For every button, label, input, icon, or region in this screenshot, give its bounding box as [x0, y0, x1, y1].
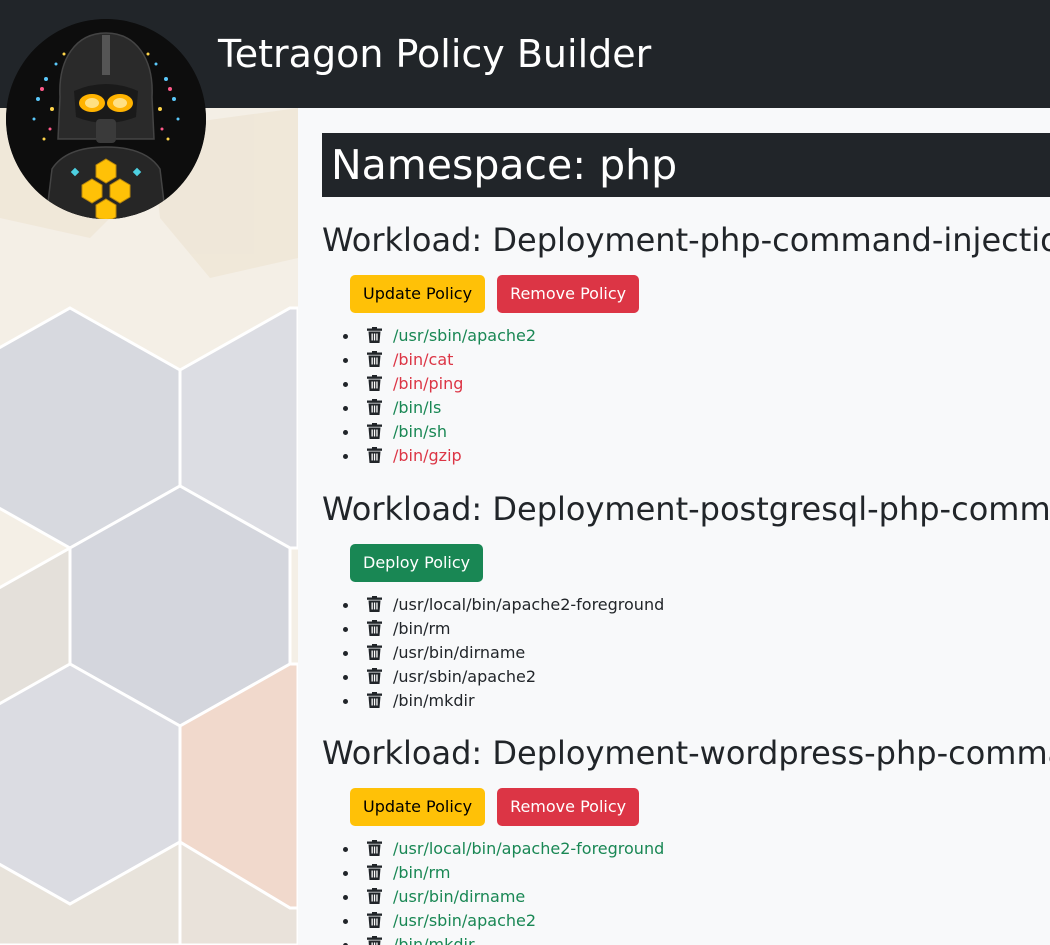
trash-icon[interactable] [367, 399, 382, 415]
list-item: /usr/sbin/apache2 [359, 665, 1050, 689]
namespace-title: Namespace: php [322, 133, 1050, 197]
binary-path[interactable]: /usr/sbin/apache2 [393, 667, 536, 686]
deploy-policy-button[interactable]: Deploy Policy [350, 544, 484, 582]
workload-title: Workload: Deployment-postgresql-php-comm… [322, 490, 1050, 528]
list-item: /usr/sbin/apache2 [359, 324, 1050, 348]
update-policy-button[interactable]: Update Policy [350, 788, 486, 826]
trash-icon[interactable] [367, 644, 382, 660]
trash-icon[interactable] [367, 912, 382, 928]
binary-list: /usr/sbin/apache2 /bin/cat /bin/ping /bi… [322, 324, 1050, 468]
logo[interactable] [6, 19, 206, 219]
button-row: Update Policy Remove Policy [350, 788, 1050, 826]
trash-icon[interactable] [367, 423, 382, 439]
button-row: Update Policy Remove Policy [350, 275, 1050, 313]
list-item: /bin/mkdir [359, 933, 1050, 945]
trash-icon[interactable] [367, 375, 382, 391]
trash-icon[interactable] [367, 327, 382, 343]
workload-title: Workload: Deployment-php-command-injecti… [322, 221, 1050, 259]
binary-path[interactable]: /usr/bin/dirname [393, 887, 525, 906]
trash-icon[interactable] [367, 864, 382, 880]
list-item: /bin/ls [359, 396, 1050, 420]
binary-path[interactable]: /bin/gzip [393, 446, 462, 465]
binary-path[interactable]: /bin/rm [393, 863, 450, 882]
sidebar-background [0, 108, 298, 945]
trash-icon[interactable] [367, 840, 382, 856]
remove-policy-button[interactable]: Remove Policy [497, 275, 640, 313]
binary-path[interactable]: /usr/local/bin/apache2-foreground [393, 839, 664, 858]
hooded-figure-logo [6, 19, 206, 219]
binary-path[interactable]: /bin/sh [393, 422, 447, 441]
workload-section: Workload: Deployment-wordpress-php-comma… [322, 733, 1050, 945]
trash-icon[interactable] [367, 447, 382, 463]
list-item: /usr/local/bin/apache2-foreground [359, 593, 1050, 617]
binary-path[interactable]: /usr/local/bin/apache2-foreground [393, 595, 664, 614]
list-item: /bin/sh [359, 420, 1050, 444]
binary-path[interactable]: /bin/mkdir [393, 935, 475, 945]
trash-icon[interactable] [367, 692, 382, 708]
remove-policy-button[interactable]: Remove Policy [497, 788, 640, 826]
binary-list: /usr/local/bin/apache2-foreground /bin/r… [322, 593, 1050, 713]
main-content: Namespace: php Workload: Deployment-php-… [298, 108, 1050, 945]
trash-icon[interactable] [367, 351, 382, 367]
binary-path[interactable]: /usr/bin/dirname [393, 643, 525, 662]
binary-path[interactable]: /bin/rm [393, 619, 450, 638]
workload-section: Workload: Deployment-postgresql-php-comm… [322, 489, 1050, 713]
list-item: /bin/mkdir [359, 689, 1050, 713]
list-item: /bin/cat [359, 348, 1050, 372]
binary-path[interactable]: /bin/cat [393, 350, 453, 369]
binary-path[interactable]: /bin/ls [393, 398, 441, 417]
button-row: Deploy Policy [350, 544, 1050, 582]
list-item: /bin/rm [359, 617, 1050, 641]
binary-path[interactable]: /bin/ping [393, 374, 463, 393]
workload-section: Workload: Deployment-php-command-injecti… [322, 220, 1050, 468]
workload-title: Workload: Deployment-wordpress-php-comma… [322, 734, 1050, 772]
list-item: /bin/ping [359, 372, 1050, 396]
list-item: /bin/rm [359, 861, 1050, 885]
binary-path[interactable]: /usr/sbin/apache2 [393, 326, 536, 345]
binary-list: /usr/local/bin/apache2-foreground /bin/r… [322, 837, 1050, 945]
trash-icon[interactable] [367, 888, 382, 904]
trash-icon[interactable] [367, 596, 382, 612]
list-item: /usr/bin/dirname [359, 885, 1050, 909]
binary-path[interactable]: /usr/sbin/apache2 [393, 911, 536, 930]
hexagon-pattern [0, 108, 298, 945]
binary-path[interactable]: /bin/mkdir [393, 691, 475, 710]
list-item: /usr/sbin/apache2 [359, 909, 1050, 933]
list-item: /usr/bin/dirname [359, 641, 1050, 665]
trash-icon[interactable] [367, 668, 382, 684]
update-policy-button[interactable]: Update Policy [350, 275, 486, 313]
list-item: /usr/local/bin/apache2-foreground [359, 837, 1050, 861]
list-item: /bin/gzip [359, 444, 1050, 468]
trash-icon[interactable] [367, 620, 382, 636]
trash-icon[interactable] [367, 936, 382, 945]
brand-title[interactable]: Tetragon Policy Builder [218, 30, 651, 78]
